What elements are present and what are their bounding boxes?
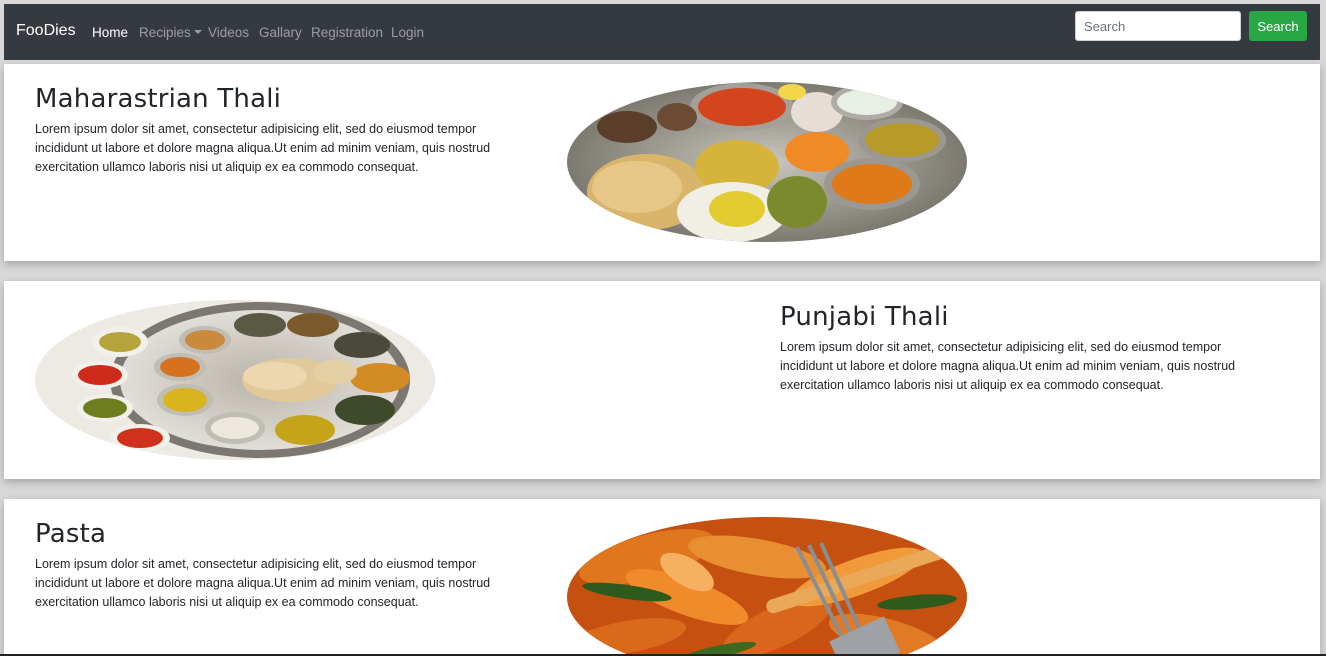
card-text: Lorem ipsum dolor sit amet, consectetur …	[35, 557, 491, 609]
recipe-card-punjabi-thali: Punjabi Thali Lorem ipsum dolor sit amet…	[4, 281, 1320, 479]
nav-login[interactable]: Login	[391, 25, 424, 40]
card-title: Punjabi Thali	[780, 302, 949, 332]
navbar: FooDies Home Recipies Videos Gallary Reg…	[4, 4, 1320, 60]
card-title: Maharastrian Thali	[35, 84, 282, 114]
brand-logo[interactable]: FooDies	[16, 22, 76, 40]
nav-home[interactable]: Home	[92, 25, 128, 40]
search-button[interactable]: Search	[1249, 11, 1307, 41]
pasta-image	[567, 517, 967, 656]
search-input[interactable]	[1075, 11, 1241, 41]
browser-viewport: FooDies Home Recipies Videos Gallary Reg…	[0, 0, 1326, 656]
card-title: Pasta	[35, 519, 107, 549]
recipe-card-maharastrian-thali: Maharastrian Thali Lorem ipsum dolor sit…	[4, 64, 1320, 261]
nav-gallary[interactable]: Gallary	[259, 25, 302, 40]
maharastrian-thali-image	[567, 82, 967, 242]
card-text: Lorem ipsum dolor sit amet, consectetur …	[35, 122, 491, 174]
nav-videos[interactable]: Videos	[208, 25, 249, 40]
nav-registration[interactable]: Registration	[311, 25, 383, 40]
recipe-card-pasta: Pasta Lorem ipsum dolor sit amet, consec…	[4, 499, 1320, 656]
punjabi-thali-image	[35, 300, 435, 460]
card-text: Lorem ipsum dolor sit amet, consectetur …	[780, 340, 1236, 392]
chevron-down-icon	[193, 30, 202, 34]
nav-recipies-dropdown[interactable]: Recipies	[139, 25, 202, 40]
nav-recipies-label: Recipies	[139, 25, 191, 40]
